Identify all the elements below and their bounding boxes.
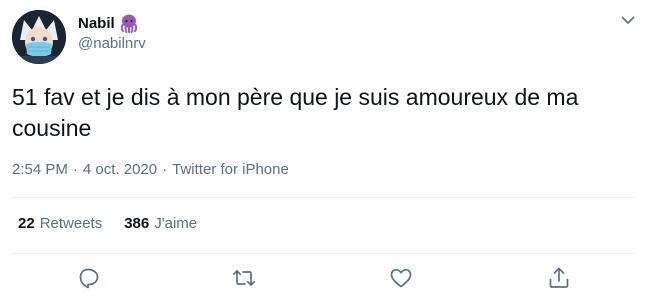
divider <box>12 197 633 198</box>
author-handle[interactable]: @nabilnrv <box>78 35 146 52</box>
tweet-actions <box>0 266 645 292</box>
divider <box>12 253 633 254</box>
tweet-time[interactable]: 2:54 PM <box>12 161 68 178</box>
tweet-text: 51 fav et je dis à mon père que je suis … <box>12 84 579 141</box>
avatar[interactable] <box>12 10 66 64</box>
retweets-count: 22 <box>18 215 35 232</box>
meta-separator: · <box>162 161 168 178</box>
tweet-stats: 22 Retweets 386 J'aime <box>18 215 197 232</box>
author-display-name[interactable]: Nabil <box>78 15 115 32</box>
likes-stat[interactable]: 386 J'aime <box>124 215 197 232</box>
retweets-label: Retweets <box>39 215 103 232</box>
retweets-stat[interactable]: 22 Retweets <box>18 215 102 232</box>
retweet-icon[interactable] <box>232 266 256 290</box>
likes-count: 386 <box>124 215 150 232</box>
tweet-meta: 2:54 PM · 4 oct. 2020 · Twitter for iPho… <box>12 161 289 178</box>
likes-label: J'aime <box>154 215 198 232</box>
tweet-card: Nabil @nabilnrv 51 fav et je dis à mon p… <box>0 0 645 297</box>
tweet-date[interactable]: 4 oct. 2020 <box>83 161 157 178</box>
octopus-emoji-icon <box>119 13 139 33</box>
author-name-row: Nabil <box>78 13 139 33</box>
share-icon[interactable] <box>547 266 571 290</box>
tweet-source[interactable]: Twitter for iPhone <box>172 161 289 178</box>
reply-icon[interactable] <box>77 266 101 290</box>
meta-separator: · <box>72 161 78 178</box>
like-icon[interactable] <box>389 266 413 290</box>
chevron-down-icon[interactable] <box>618 10 638 30</box>
